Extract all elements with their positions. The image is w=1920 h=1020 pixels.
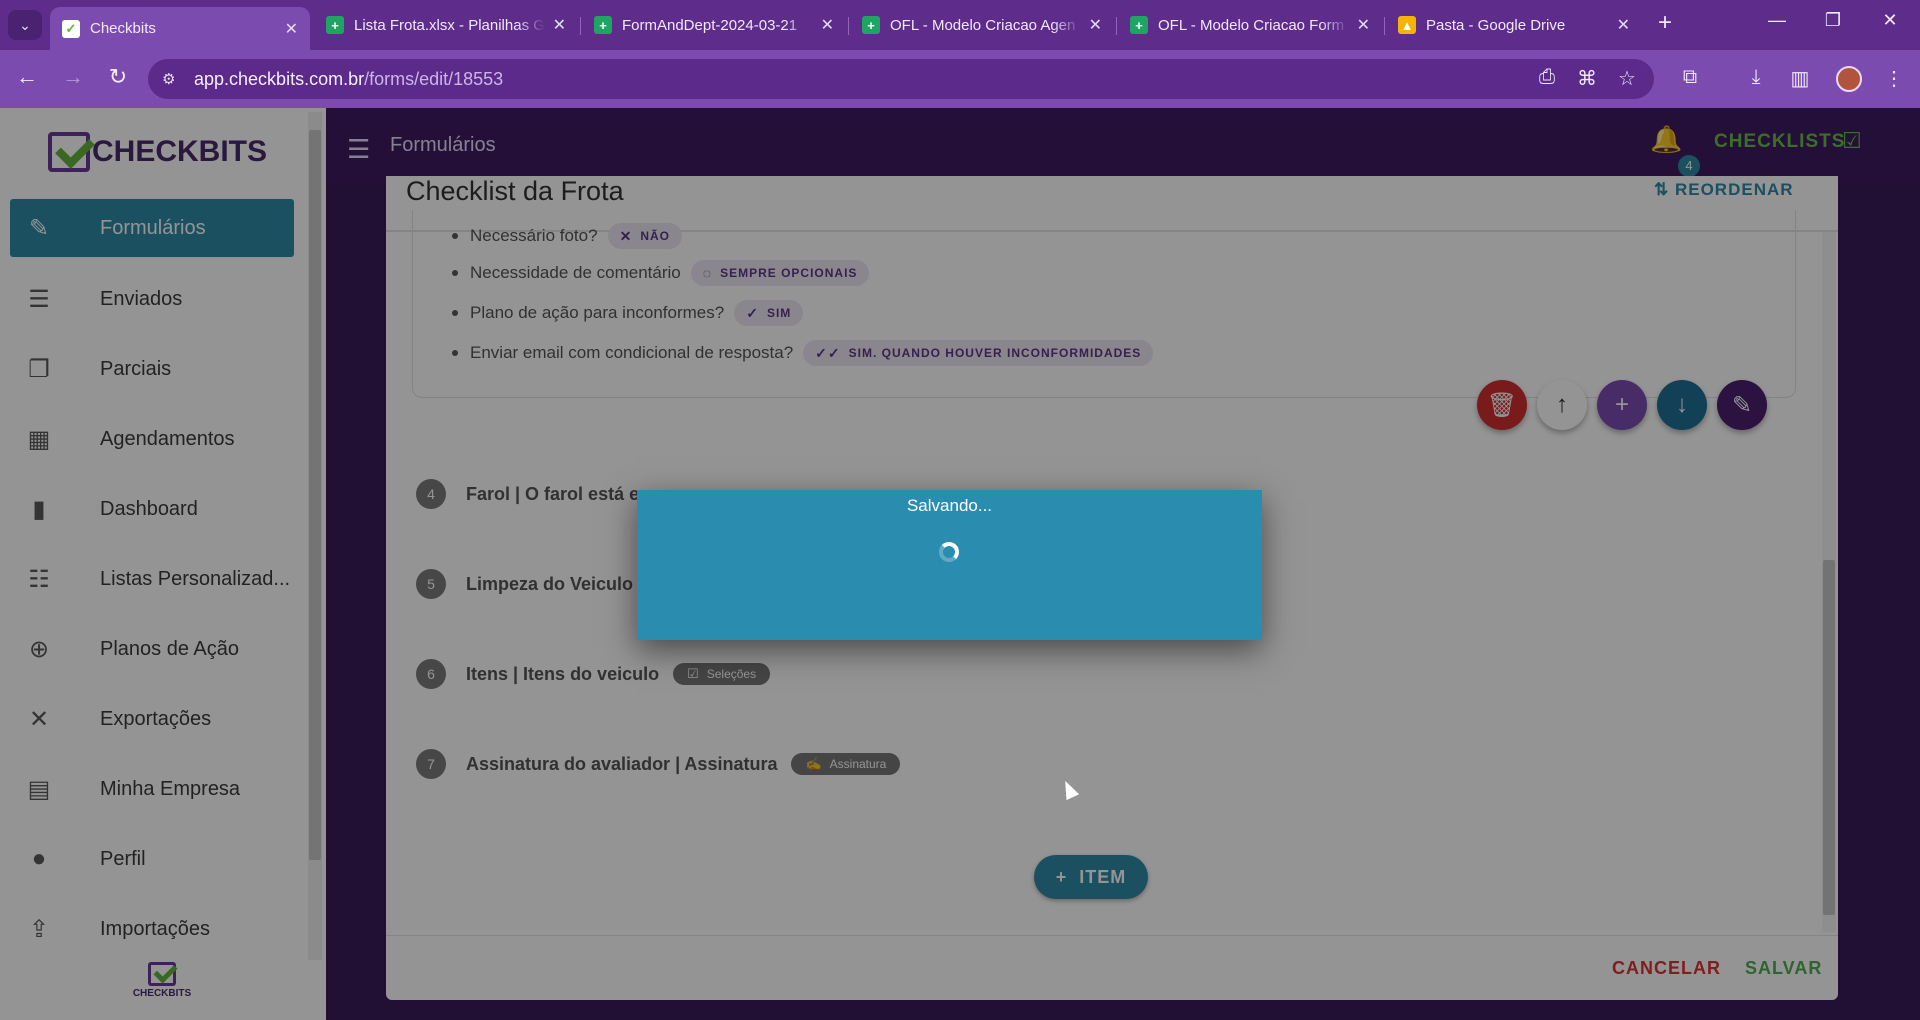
drive-icon: ▲ <box>1398 16 1416 34</box>
site-info-icon[interactable]: ⚙ <box>162 70 182 88</box>
checkbits-favicon: ✓ <box>62 19 80 38</box>
url-host: app.checkbits.com.br <box>194 68 365 89</box>
close-icon[interactable]: ✕ <box>821 15 834 35</box>
side-panel-icon[interactable]: ▥ <box>1786 66 1814 92</box>
tab-separator <box>580 17 581 35</box>
sheets-icon: + <box>594 16 612 34</box>
close-icon[interactable]: ✕ <box>1357 15 1370 35</box>
tab-separator <box>848 17 849 35</box>
url-text: app.checkbits.com.br/forms/edit/18553 <box>194 69 503 90</box>
tab-title: Pasta - Google Drive <box>1426 16 1566 34</box>
forward-icon[interactable]: → <box>58 64 88 90</box>
reload-icon[interactable]: ↻ <box>103 64 133 90</box>
dialog-title: Salvando... <box>906 496 993 515</box>
download-icon[interactable]: ⤓ <box>1742 66 1770 92</box>
tab-title: Checkbits <box>90 20 156 37</box>
tab-search-button[interactable]: ⌄ <box>8 10 42 40</box>
close-icon[interactable]: ✕ <box>1089 15 1102 35</box>
tab-google-drive[interactable]: ▲ Pasta - Google Drive ✕ <box>1386 7 1642 43</box>
tab-lista-frota[interactable]: + Lista Frota.xlsx - Planilhas G ✕ <box>314 7 578 43</box>
close-icon[interactable]: ✕ <box>1617 15 1630 35</box>
tab-title: Lista Frota.xlsx - Planilhas G <box>354 16 545 34</box>
restore-icon[interactable]: ❐ <box>1813 10 1853 31</box>
tab-title: OFL - Modelo Criacao Form <box>1158 16 1345 34</box>
sheets-icon: + <box>1130 16 1148 34</box>
saving-dialog: Salvando... <box>637 490 1262 640</box>
browser-tabbar: ⌄ ✓ Checkbits ✕ + Lista Frota.xlsx - Pla… <box>0 0 1920 50</box>
url-path: /forms/edit/18553 <box>364 68 504 89</box>
tab-ofl-agen[interactable]: + OFL - Modelo Criacao Agen ✕ <box>850 7 1114 43</box>
tab-title: OFL - Modelo Criacao Agen <box>890 16 1076 34</box>
tab-separator <box>1116 17 1117 35</box>
tab-separator <box>1384 17 1385 35</box>
install-app-icon[interactable]: ⎙ <box>1533 66 1561 92</box>
address-bar[interactable]: ⚙ app.checkbits.com.br/forms/edit/18553 <box>148 59 1654 99</box>
back-icon[interactable]: ← <box>12 64 42 90</box>
tab-ofl-form[interactable]: + OFL - Modelo Criacao Form ✕ <box>1118 7 1382 43</box>
close-icon[interactable]: ✕ <box>285 19 298 39</box>
new-tab-button[interactable]: + <box>1650 9 1680 37</box>
profile-avatar[interactable] <box>1836 66 1862 92</box>
close-icon[interactable]: ✕ <box>553 15 566 35</box>
bookmark-star-icon[interactable]: ☆ <box>1613 66 1641 92</box>
sheets-icon: + <box>862 16 880 34</box>
extensions-icon[interactable]: ⧉ <box>1676 66 1704 92</box>
tab-checkbits[interactable]: ✓ Checkbits ✕ <box>50 7 310 50</box>
close-window-icon[interactable]: ✕ <box>1870 10 1910 31</box>
menu-kebab-icon[interactable]: ⋮ <box>1880 66 1908 92</box>
tab-formanddept[interactable]: + FormAndDept-2024-03-21 ✕ <box>582 7 846 43</box>
minimize-icon[interactable]: — <box>1757 10 1797 31</box>
translate-icon[interactable]: ⌘ <box>1573 66 1601 92</box>
tab-title: FormAndDept-2024-03-21 <box>622 16 798 34</box>
sheets-icon: + <box>326 16 344 34</box>
loading-spinner-icon <box>939 542 959 562</box>
